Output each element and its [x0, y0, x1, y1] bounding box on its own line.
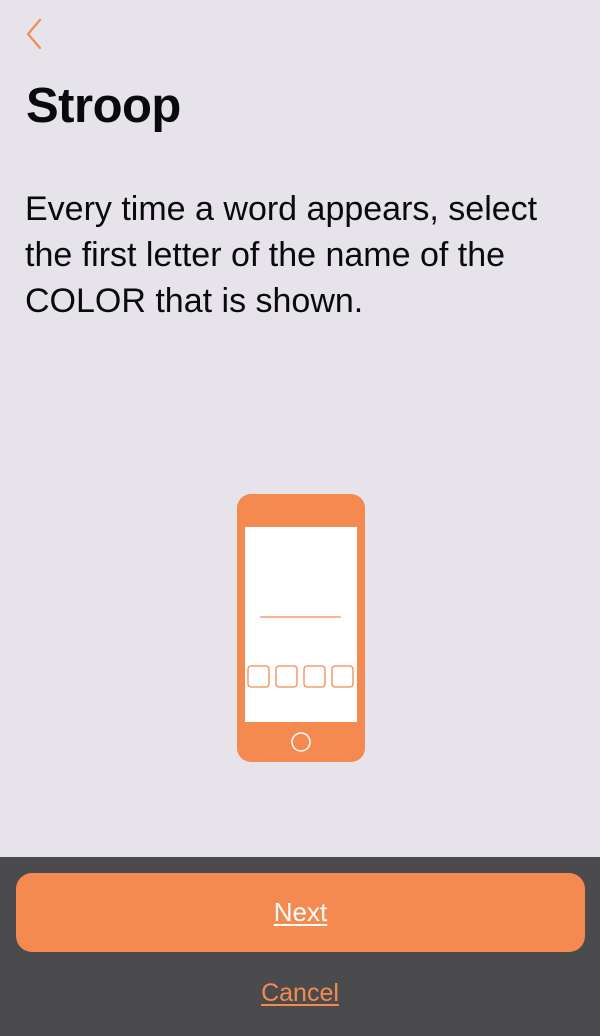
footer-bar: Next Cancel [0, 857, 600, 1036]
cancel-link[interactable]: Cancel [0, 979, 600, 1008]
chevron-left-icon [26, 18, 42, 50]
back-button[interactable] [18, 14, 52, 54]
page-title: Stroop [26, 79, 181, 133]
phone-illustration [236, 493, 366, 763]
instructions-text: Every time a word appears, select the fi… [25, 190, 538, 320]
phone-illustration-icon [237, 494, 365, 762]
next-button[interactable]: Next [16, 873, 585, 952]
